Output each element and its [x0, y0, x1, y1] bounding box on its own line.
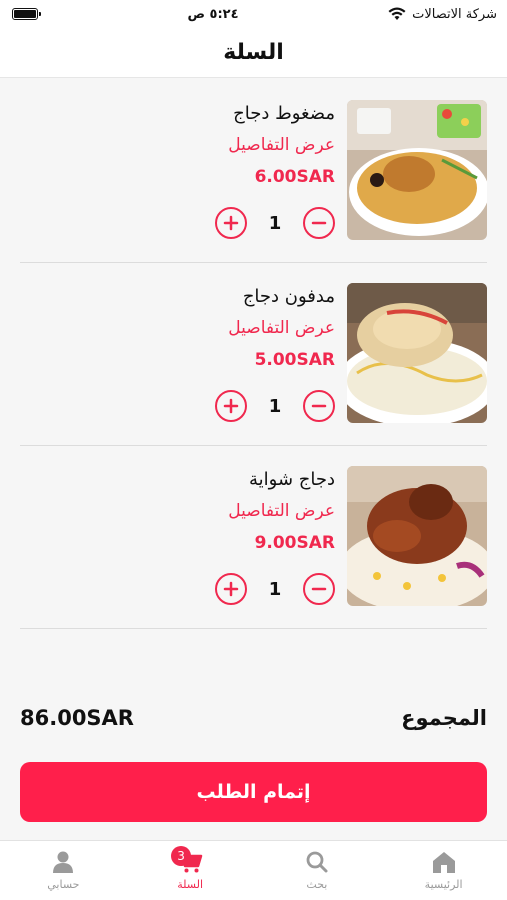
plus-icon: [223, 215, 239, 231]
item-name: مدفون دجاج: [242, 286, 335, 307]
view-details-link[interactable]: عرض التفاصيل: [135, 128, 335, 162]
item-price: 6.00SAR: [254, 167, 335, 187]
item-name: دجاج شواية: [248, 469, 335, 490]
cart-badge: 3: [171, 846, 192, 866]
tab-search[interactable]: بحث: [254, 841, 381, 900]
cart-list: مضغوط دجاج عرض التفاصيل 6.00SAR 1 مدفون …: [20, 80, 487, 629]
home-icon: [432, 852, 455, 873]
increase-quantity-button[interactable]: [215, 573, 247, 605]
item-image[interactable]: [347, 100, 487, 240]
item-info: مضغوط دجاج عرض التفاصيل 6.00SAR: [135, 100, 335, 192]
page-title: السلة: [223, 40, 284, 65]
view-details-link[interactable]: عرض التفاصيل: [135, 494, 335, 528]
plus-icon: [223, 581, 239, 597]
total-amount: 86.00SAR: [20, 706, 134, 730]
item-image[interactable]: [347, 283, 487, 423]
decrease-quantity-button[interactable]: [303, 390, 335, 422]
tab-label: السلة: [177, 878, 203, 891]
quantity-stepper: 1: [215, 389, 335, 423]
item-price: 9.00SAR: [254, 533, 335, 553]
battery-icon: [12, 8, 41, 20]
quantity-value: 1: [268, 395, 282, 417]
plus-icon: [223, 398, 239, 414]
minus-icon: [311, 404, 327, 408]
cart-item: مدفون دجاج عرض التفاصيل 5.00SAR 1: [20, 263, 487, 446]
status-bar: ٥:٢٤ ص شركة الاتصالات: [0, 0, 507, 28]
minus-icon: [311, 221, 327, 225]
increase-quantity-button[interactable]: [215, 390, 247, 422]
quantity-value: 1: [268, 578, 282, 600]
carrier-name: شركة الاتصالات: [412, 6, 497, 22]
quantity-stepper: 1: [215, 572, 335, 606]
cart-item: دجاج شواية عرض التفاصيل 9.00SAR 1: [20, 446, 487, 629]
status-time: ٥:٢٤ ص: [187, 6, 239, 22]
decrease-quantity-button[interactable]: [303, 207, 335, 239]
cart-item: مضغوط دجاج عرض التفاصيل 6.00SAR 1: [20, 80, 487, 263]
tab-bar: حسابي 3 السلة بحث الرئيسية: [0, 840, 507, 900]
item-info: مدفون دجاج عرض التفاصيل 5.00SAR: [135, 283, 335, 375]
tab-label: الرئيسية: [424, 878, 463, 891]
item-name: مضغوط دجاج: [233, 103, 335, 124]
checkout-button[interactable]: إتمام الطلب: [20, 762, 487, 822]
total-row: 86.00SAR المجموع: [20, 700, 487, 736]
tab-label: حسابي: [47, 878, 80, 891]
quantity-value: 1: [268, 212, 282, 234]
item-image[interactable]: [347, 466, 487, 606]
search-icon: [306, 851, 328, 873]
quantity-stepper: 1: [215, 206, 335, 240]
tab-cart[interactable]: 3 السلة: [127, 841, 254, 900]
item-info: دجاج شواية عرض التفاصيل 9.00SAR: [135, 466, 335, 558]
page-header: السلة: [0, 28, 507, 78]
wifi-icon: [388, 7, 406, 20]
increase-quantity-button[interactable]: [215, 207, 247, 239]
view-details-link[interactable]: عرض التفاصيل: [135, 311, 335, 345]
minus-icon: [311, 587, 327, 591]
tab-account[interactable]: حسابي: [0, 841, 127, 900]
decrease-quantity-button[interactable]: [303, 573, 335, 605]
person-icon: [53, 851, 74, 873]
tab-label: بحث: [306, 878, 328, 891]
total-label: المجموع: [401, 706, 487, 730]
tab-home[interactable]: الرئيسية: [380, 841, 507, 900]
item-price: 5.00SAR: [254, 350, 335, 370]
